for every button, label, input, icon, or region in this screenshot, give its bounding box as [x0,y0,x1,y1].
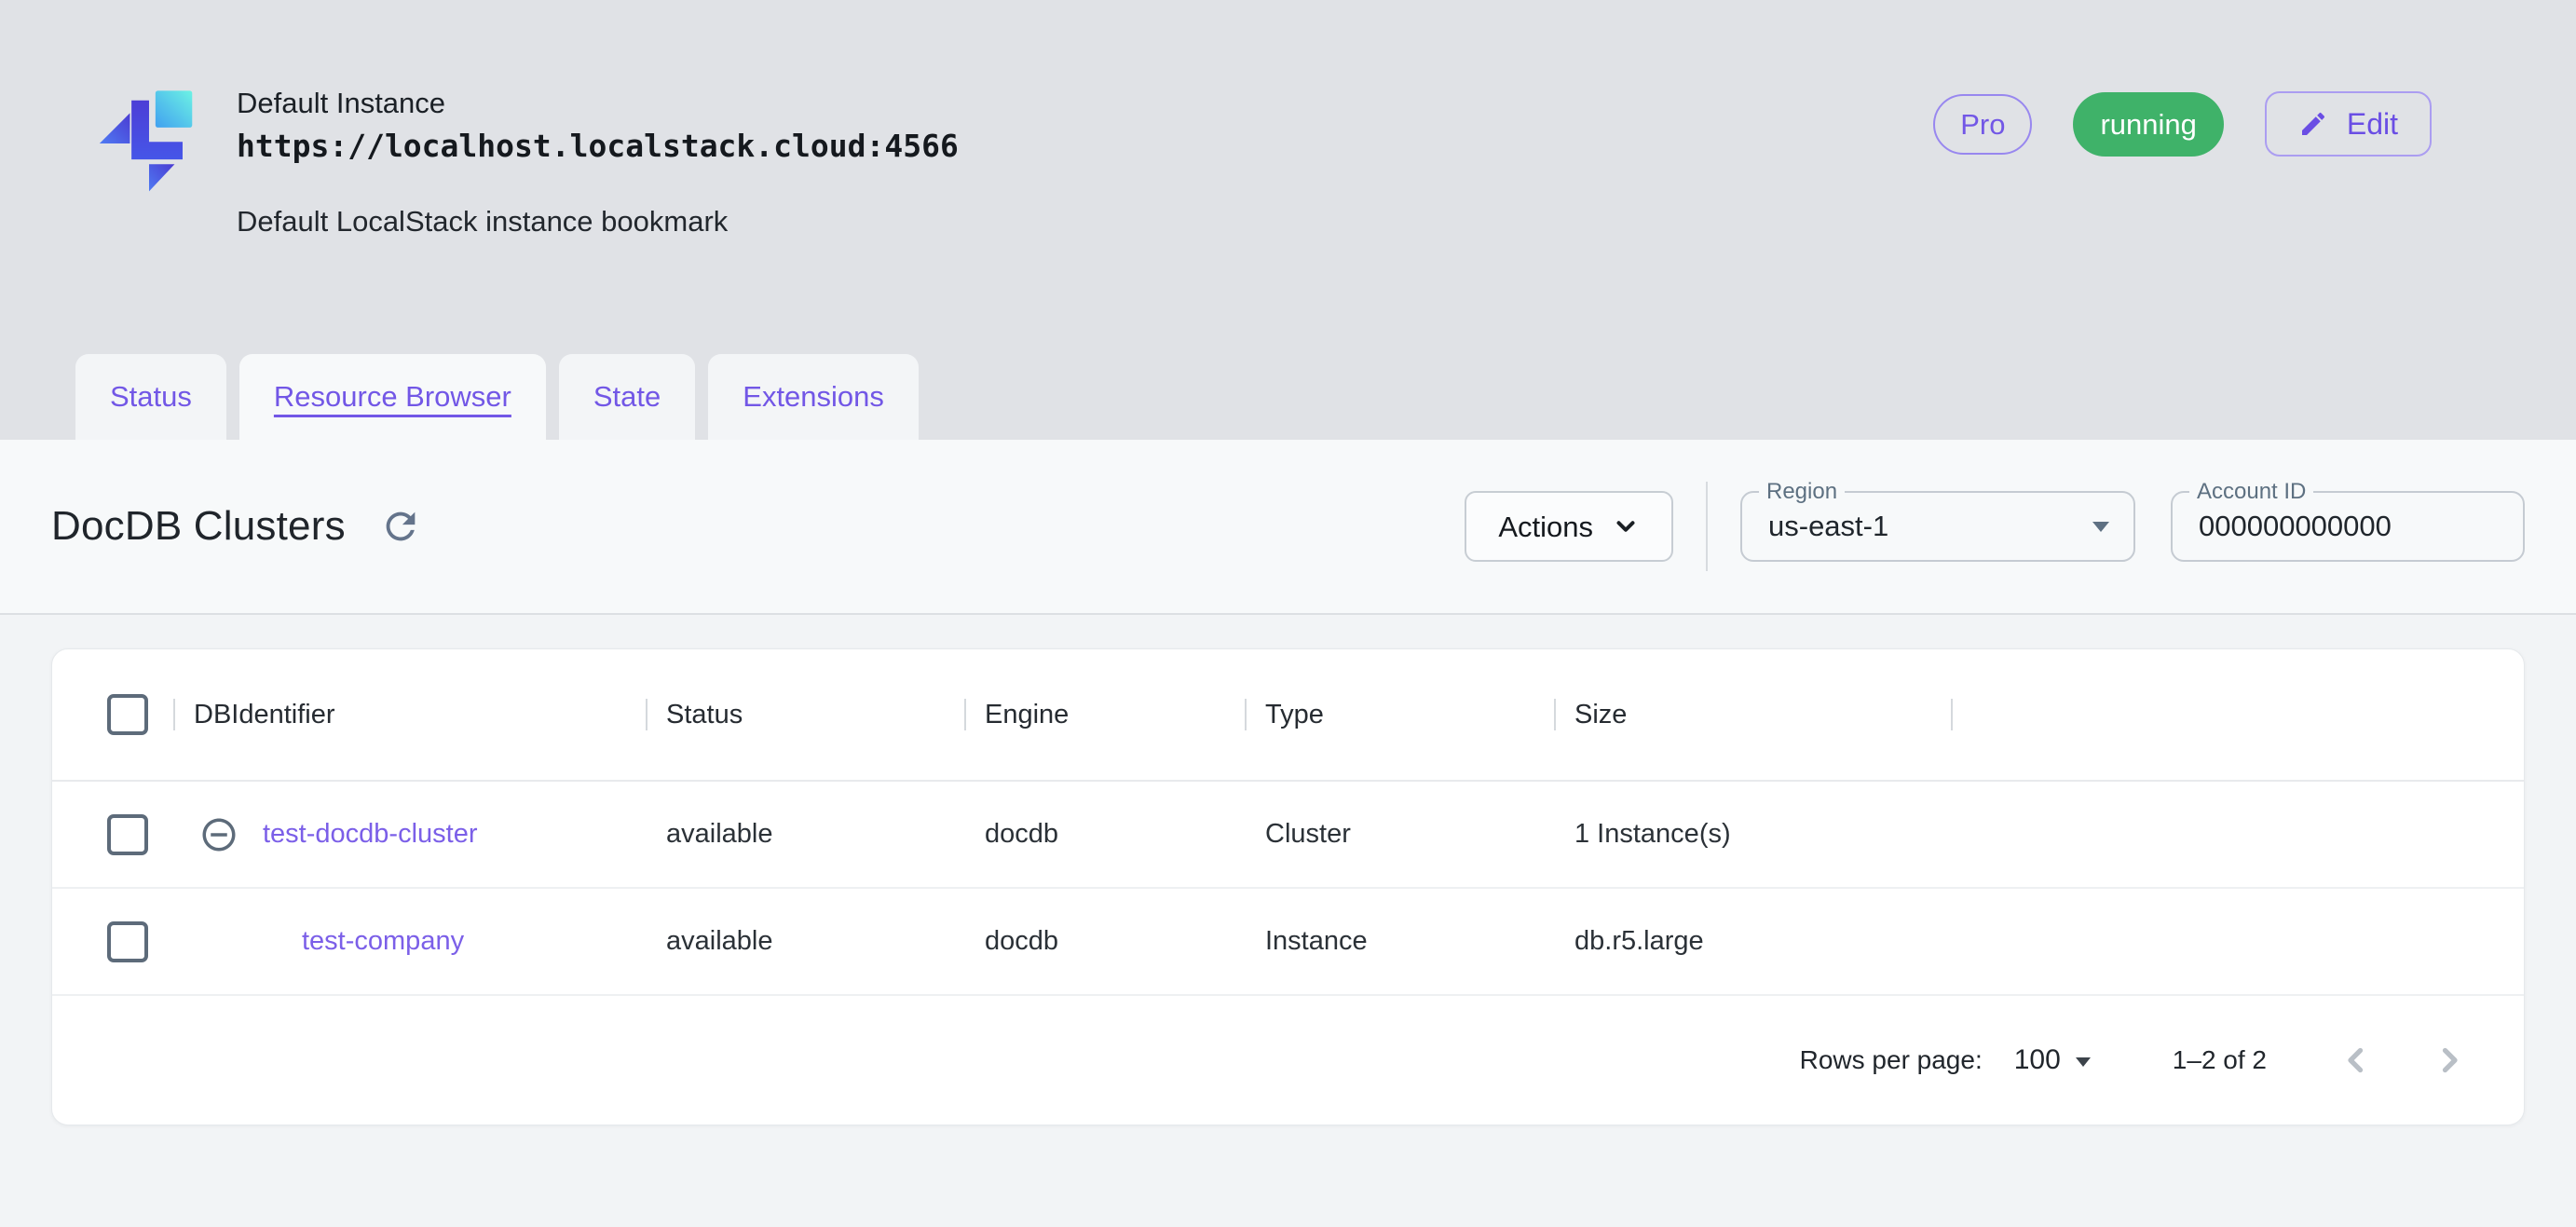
resource-content: DBIdentifier Status Engine Type Size tes… [0,615,2576,1227]
pencil-icon [2301,112,2324,135]
instance-header-row: Default Instance https://localhost.local… [0,0,2576,239]
instance-name: Default Instance [237,87,446,119]
column-header-actions [1951,649,2524,780]
running-status-badge: running [2073,91,2224,157]
resource-toolbar: DocDB Clusters Actions Region us-east-1 … [0,440,2576,615]
engine-cell: docdb [985,819,1059,849]
chevron-down-icon [1616,521,1635,532]
actions-button-label: Actions [1498,510,1593,543]
type-cell: Instance [1265,926,1368,956]
page-title: DocDB Clusters [51,503,346,549]
instance-header: Default Instance https://localhost.local… [0,0,2576,440]
size-cell: 1 Instance(s) [1574,819,1731,849]
instance-badges: Pro running Edit [1933,91,2432,157]
previous-page-button[interactable] [2334,1038,2378,1083]
resource-table-card: DBIdentifier Status Engine Type Size tes… [51,648,2525,1125]
rows-per-page-label: Rows per page: [1799,1045,1983,1074]
collapse-row-button[interactable] [199,815,239,854]
size-cell: db.r5.large [1574,926,1704,956]
instance-info: Default Instance https://localhost.local… [237,86,959,239]
table-row: test-company available docdb Instance db… [52,889,2524,996]
toolbar-divider [1706,482,1708,571]
dropdown-arrow-icon [2092,521,2109,532]
header-checkbox-cell [52,649,173,780]
resource-link[interactable]: test-docdb-cluster [263,819,478,850]
region-select[interactable]: Region us-east-1 [1740,479,2135,562]
table-pagination: Rows per page: 100 1–2 of 2 [52,996,2524,1125]
select-all-checkbox[interactable] [107,694,148,735]
table-row: test-docdb-cluster available docdb Clust… [52,782,2524,889]
instance-tabs: Status Resource Browser State Extensions [75,354,919,440]
region-select-value: us-east-1 [1768,510,1889,542]
actions-button[interactable]: Actions [1465,491,1673,562]
status-cell: available [666,926,773,956]
chevron-left-icon [2348,1047,2364,1073]
row-actions-cell [1951,782,2524,887]
dbidentifier-cell: test-docdb-cluster [173,782,646,887]
row-checkbox-cell [52,889,173,994]
resource-link[interactable]: test-company [302,926,464,957]
status-cell: available [666,819,773,849]
column-header-engine: Engine [964,649,1245,780]
column-header-dbidentifier: DBIdentifier [173,649,646,780]
tab-extensions[interactable]: Extensions [708,354,919,440]
row-checkbox-cell [52,782,173,887]
tab-resource-browser[interactable]: Resource Browser [239,354,546,440]
pro-badge: Pro [1933,93,2033,155]
column-header-size: Size [1554,649,1951,780]
refresh-icon [386,511,416,541]
row-actions-cell [1951,889,2524,994]
localstack-instance-page: Default Instance https://localhost.local… [0,0,2576,1227]
chevron-right-icon [2442,1047,2458,1073]
instance-url: https://localhost.localstack.cloud:4566 [237,128,959,165]
next-page-button[interactable] [2427,1038,2472,1083]
account-id-label: Account ID [2189,479,2314,505]
edit-button-label: Edit [2346,107,2398,141]
row-checkbox[interactable] [107,920,148,962]
instance-description: Default LocalStack instance bookmark [237,204,729,238]
engine-cell: docdb [985,926,1059,956]
type-cell: Cluster [1265,819,1351,849]
edit-button[interactable]: Edit [2264,91,2432,157]
minus-circle-icon [202,818,236,851]
account-id-field: Account ID [2171,479,2525,562]
rows-per-page-value: 100 [2013,1044,2061,1075]
account-id-input[interactable] [2199,510,2523,543]
localstack-logo-icon [82,88,194,199]
refresh-button[interactable] [374,499,428,553]
table-header-row: DBIdentifier Status Engine Type Size [52,649,2524,782]
tab-status[interactable]: Status [75,354,226,440]
dropdown-arrow-icon [2075,1057,2091,1067]
dbidentifier-cell: test-company [173,889,646,994]
column-header-type: Type [1245,649,1554,780]
pagination-range: 1–2 of 2 [2172,1045,2267,1074]
region-select-label: Region [1759,479,1846,505]
tab-state[interactable]: State [558,354,696,440]
rows-per-page-select[interactable]: 100 [2014,1044,2091,1076]
row-checkbox[interactable] [107,813,148,855]
column-header-status: Status [646,649,964,780]
